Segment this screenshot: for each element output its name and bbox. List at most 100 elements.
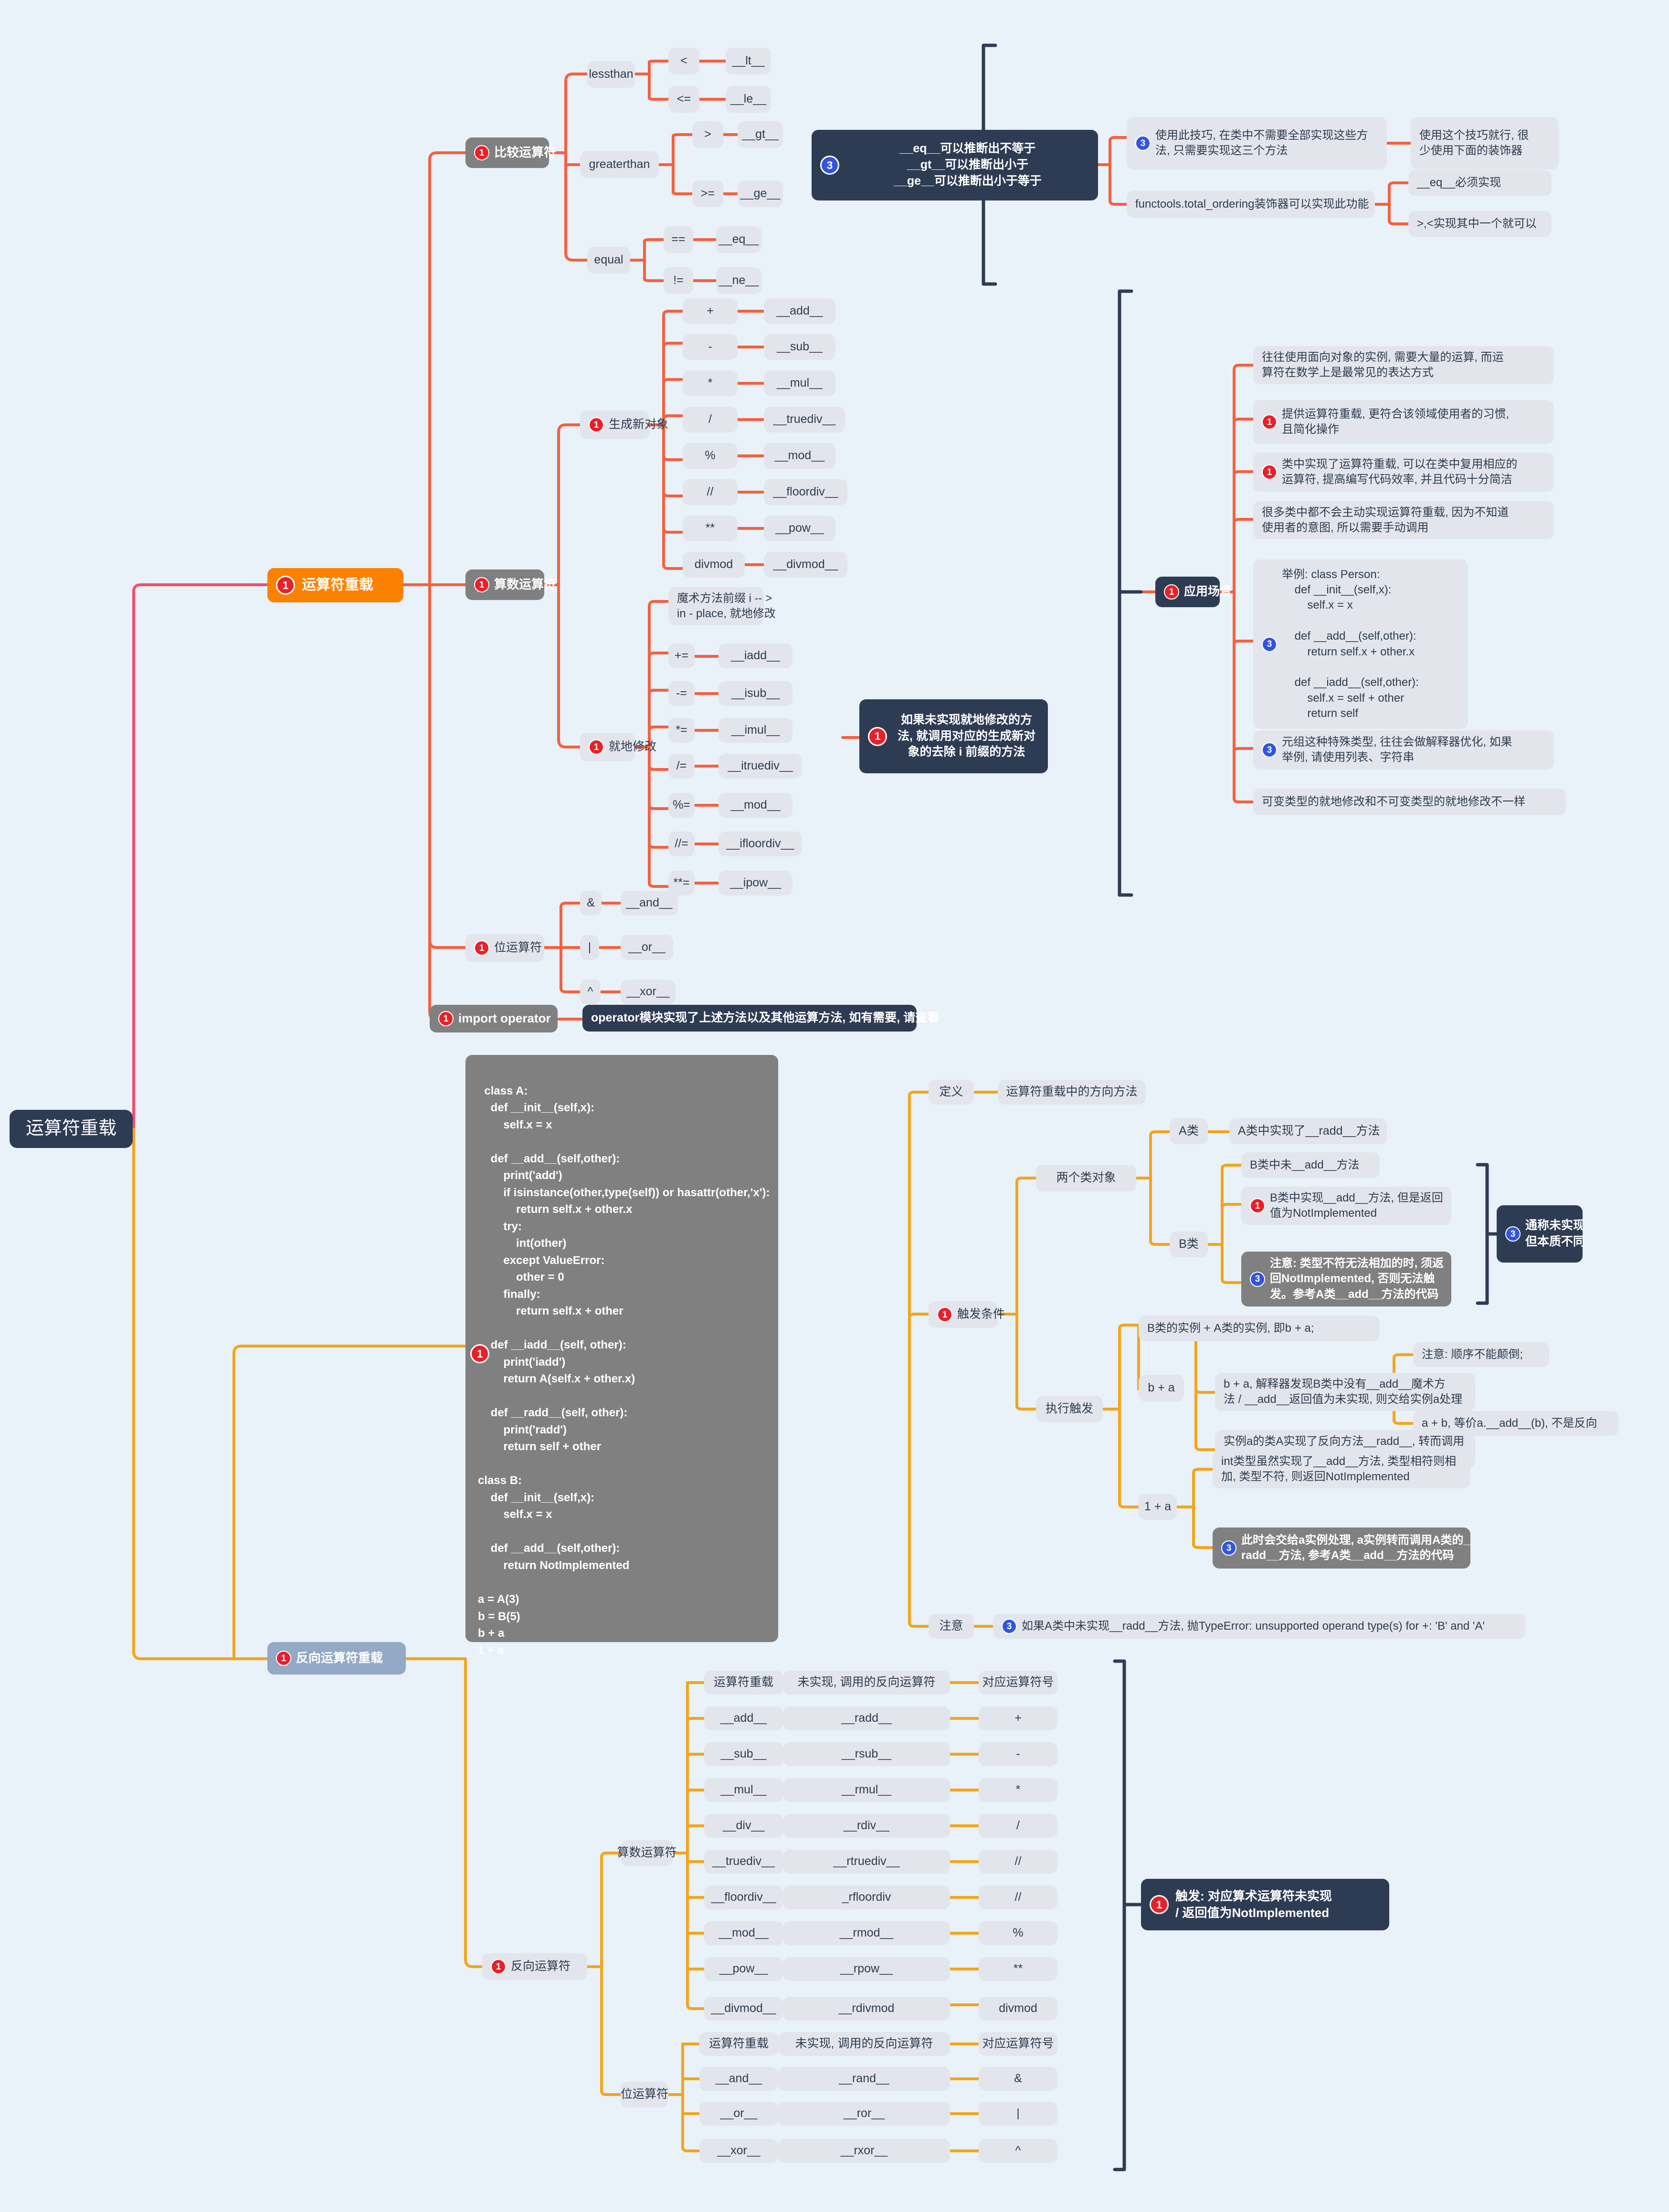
node-class-a-detail[interactable]: A类中实现了__radd__方法 (1229, 1118, 1387, 1144)
table-row[interactable]: __rxor__ (778, 2139, 950, 2163)
node-equal[interactable]: equal (587, 247, 630, 274)
node-method-imod[interactable]: __mod__ (718, 793, 792, 818)
table-row[interactable]: __div__ (704, 1814, 783, 1838)
node-op-mod[interactable]: % (683, 443, 738, 469)
note-compare-tip1[interactable]: 3 使用此技巧, 在类中不需要全部实现这些方 法, 只需要实现这三个方法 (1127, 117, 1387, 169)
node-reverse-note[interactable]: 3 如果A类中未实现__radd__方法, 抛TypeError: unsupp… (993, 1614, 1525, 1639)
node-b-plus-a-head[interactable]: B类的实例 + A类的实例, 即b + a; (1139, 1316, 1380, 1341)
table-row[interactable]: __rpow__ (783, 1957, 950, 1981)
node-comparison-operators[interactable]: 1 比较运算符 (465, 137, 556, 168)
node-op-eq[interactable]: == (664, 226, 693, 253)
node-method-or[interactable]: __or__ (621, 935, 673, 960)
node-method-imul[interactable]: __imul__ (718, 718, 792, 743)
node-method-floordiv[interactable]: __floordiv__ (764, 479, 847, 505)
table-row[interactable]: __mul__ (704, 1778, 783, 1802)
node-reverse-bitwise-label[interactable]: 位运算符 (621, 2082, 668, 2107)
node-1-plus-a-item-1[interactable]: int类型虽然实现了__add__方法, 类型相符则相 加, 类型不符, 则返回… (1213, 1450, 1470, 1488)
table-row[interactable]: __sub__ (704, 1742, 783, 1766)
scenario-item-1[interactable]: 往往使用面向对象的实例, 需要大量的运算, 而运 算符在数学上是最常见的表达方式 (1253, 346, 1554, 384)
node-method-ifloordiv[interactable]: __ifloordiv__ (718, 832, 802, 856)
table-row[interactable]: | (979, 2102, 1057, 2126)
node-import-operator[interactable]: 1 import operator (430, 1005, 558, 1032)
branch-operator-overload[interactable]: 1 运算符重载 (267, 568, 403, 602)
node-method-gt[interactable]: __gt__ (738, 121, 783, 148)
node-class-b[interactable]: B类 (1170, 1232, 1208, 1257)
table-row[interactable]: % (979, 1921, 1057, 1945)
node-method-le[interactable]: __le__ (726, 86, 771, 113)
node-op-pow[interactable]: ** (683, 516, 738, 541)
node-application-scenarios[interactable]: 1 应用场景 (1155, 577, 1232, 607)
table-row[interactable]: & (979, 2067, 1057, 2091)
table-row[interactable]: // (979, 1885, 1057, 1909)
table-row[interactable]: __truediv__ (704, 1850, 783, 1874)
node-bitwise-operators[interactable]: 1 位运算符 (465, 934, 544, 962)
table-row[interactable]: __floordiv__ (704, 1885, 783, 1909)
table-row[interactable]: __pow__ (704, 1957, 783, 1981)
table-row[interactable]: __rmul__ (783, 1778, 950, 1802)
table-row[interactable]: __rmod__ (783, 1921, 950, 1945)
note-compare-tip2-child-1[interactable]: __eq__必须实现 (1408, 170, 1552, 196)
node-op-divmod[interactable]: divmod (683, 552, 745, 578)
node-method-divmod[interactable]: __divmod__ (764, 552, 847, 578)
node-greaterthan[interactable]: greaterthan (580, 151, 659, 178)
node-reverse-note-label[interactable]: 注意 (929, 1614, 974, 1639)
node-class-b-item-3[interactable]: 3 注意: 类型不符无法相加的时, 须返 回NotImplemented, 否则… (1241, 1252, 1451, 1306)
table-row[interactable]: __mod__ (704, 1921, 783, 1945)
node-method-add[interactable]: __add__ (764, 298, 835, 324)
table-row[interactable]: _rfloordiv (783, 1885, 950, 1909)
node-op-ifloordiv[interactable]: //= (668, 832, 695, 856)
node-method-mul[interactable]: __mul__ (764, 370, 835, 396)
node-op-xor[interactable]: ^ (580, 980, 601, 1004)
note-compare-tip1-child[interactable]: 使用这个技巧就行, 很 少使用下面的装饰器 (1411, 117, 1559, 169)
note-compare-tip2[interactable]: functools.total_ordering装饰器可以实现此功能 (1127, 191, 1375, 218)
table-row[interactable]: __or__ (699, 2102, 778, 2126)
note-inplace-fallback[interactable]: 1 如果未实现就地修改的方 法, 就调用对应的生成新对 象的去除 i 前缀的方法 (859, 699, 1048, 773)
node-method-xor[interactable]: __xor__ (621, 980, 676, 1004)
node-definition[interactable]: 定义 (929, 1080, 974, 1105)
table-row[interactable]: __add__ (704, 1706, 783, 1730)
scenario-item-mutable[interactable]: 可变类型的就地修改和不可变类型的就地修改不一样 (1253, 789, 1566, 815)
node-method-ne[interactable]: __ne__ (716, 267, 761, 294)
table-row[interactable]: __rsub__ (783, 1742, 950, 1766)
scenario-item-tuple[interactable]: 3 元组这种特殊类型, 往往会做解释器优化, 如果 举例, 请使用列表、字符串 (1253, 730, 1554, 769)
table-row[interactable]: __xor__ (699, 2139, 778, 2163)
node-inplace[interactable]: 1 就地修改 (580, 733, 656, 761)
table-row[interactable]: __rand__ (778, 2067, 950, 2091)
node-execute-trigger[interactable]: 执行触发 (1036, 1396, 1103, 1422)
node-lessthan[interactable]: lessthan (587, 61, 635, 88)
node-method-and[interactable]: __and__ (621, 891, 678, 916)
node-op-add[interactable]: + (683, 298, 738, 324)
node-inplace-head[interactable]: 魔术方法前缀 i -- > in - place, 就地修改 (668, 587, 776, 625)
table-row[interactable]: / (979, 1814, 1057, 1838)
node-op-iadd[interactable]: += (668, 643, 695, 668)
note-reverse-trigger[interactable]: 1 触发: 对应算术运算符未实现 / 返回值为NotImplemented (1141, 1879, 1389, 1930)
node-reverse-arith-label[interactable]: 算数运算符 (617, 1840, 677, 1866)
node-method-isub[interactable]: __isub__ (718, 681, 792, 706)
table-row[interactable]: + (979, 1706, 1057, 1730)
table-row[interactable]: __and__ (699, 2067, 778, 2091)
node-class-b-item-1[interactable]: B类中未__add__方法 (1241, 1152, 1380, 1178)
node-op-imul[interactable]: *= (668, 718, 695, 743)
scenario-item-code-example[interactable]: 3 举例: class Person: def __init__(self,x)… (1253, 559, 1468, 729)
node-method-ipow[interactable]: __ipow__ (718, 871, 792, 895)
note-nominally-unimplemented[interactable]: 3 通称未实现 但本质不同 (1497, 1205, 1585, 1263)
node-op-floordiv[interactable]: // (683, 479, 738, 505)
node-method-sub[interactable]: __sub__ (764, 334, 835, 360)
note-compare-tip2-child-2[interactable]: >,<实现其中一个就可以 (1408, 211, 1552, 237)
node-method-lt[interactable]: __lt__ (726, 48, 771, 74)
root-node[interactable]: 运算符重载 (10, 1110, 133, 1148)
scenario-item-2[interactable]: 1 提供运算符重载, 更符合该领域使用者的习惯, 且简化操作 (1253, 400, 1554, 444)
table-row[interactable]: __rdiv__ (783, 1814, 950, 1838)
table-row[interactable]: __rdivmod (783, 1997, 950, 2021)
scenario-item-3[interactable]: 1 类中实现了运算符重载, 可以在类中复用相应的 运算符, 提高编写代码效率, … (1253, 453, 1554, 492)
node-1-plus-a-dark-item[interactable]: 3 此时会交给a实例处理, a实例转而调用A类的__ radd__方法, 参考A… (1213, 1527, 1476, 1569)
node-op-ne[interactable]: != (664, 267, 693, 294)
node-arithmetic-operators[interactable]: 1 算数运算符 (465, 569, 556, 600)
node-op-ge[interactable]: >= (692, 180, 723, 207)
node-op-gt[interactable]: > (692, 121, 723, 148)
code-block[interactable]: class A: def __init__(self,x): self.x = … (465, 1055, 778, 1657)
node-two-class-objects[interactable]: 两个类对象 (1036, 1165, 1136, 1191)
branch-reverse-overload[interactable]: 1 反向运算符重载 (267, 1642, 406, 1675)
node-method-itruediv[interactable]: __itruediv__ (718, 754, 802, 779)
node-new-object[interactable]: 1 生成新对象 (580, 411, 668, 439)
